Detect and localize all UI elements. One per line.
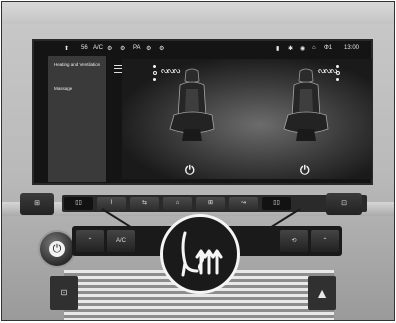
- power-icon[interactable]: ⏻: [185, 163, 195, 178]
- status-item: ⚙: [159, 46, 165, 52]
- menu-item-heating[interactable]: Heating and Ventilation: [54, 62, 102, 68]
- shortcut-button[interactable]: ⊞: [196, 197, 225, 210]
- side-menu: Heating and Ventilation Massage: [48, 56, 106, 182]
- recirculation-button[interactable]: ⟲: [280, 230, 308, 252]
- seat-heat-icon[interactable]: ᔓᔓᔓ: [318, 66, 337, 75]
- level-dot[interactable]: [153, 65, 156, 68]
- left-seat-illustration: [169, 68, 215, 141]
- level-dot[interactable]: [336, 71, 340, 75]
- menu-item-massage[interactable]: Massage: [54, 86, 102, 92]
- dashboard-top: [2, 2, 394, 24]
- temperature-up-button-right[interactable]: ⌃: [311, 230, 339, 252]
- console-button-left[interactable]: ⊞: [20, 193, 54, 215]
- status-item: PA: [133, 45, 141, 51]
- shortcut-button[interactable]: ↝: [229, 197, 258, 210]
- status-item: ✱: [288, 46, 294, 52]
- seat-heat-shortcut-button-right[interactable]: ▯▯: [262, 197, 291, 210]
- touchscreen: ⬆ 56 A/C ⚙ ⚙ PA ⚙ ⚙ ▮ ✱ ◉ ⌂ Φ1 13:00 Hea…: [32, 39, 373, 185]
- menu-icon[interactable]: [114, 65, 122, 73]
- status-item: ◉: [300, 46, 306, 52]
- volume-knob[interactable]: ⏻: [38, 230, 76, 268]
- ac-button[interactable]: A/C: [107, 230, 135, 252]
- console-button-right[interactable]: ⊡: [326, 193, 362, 215]
- status-item: ⚙: [146, 46, 152, 52]
- power-icon: ⏻: [49, 241, 65, 257]
- status-item: ⌂: [312, 45, 316, 51]
- lock-icon[interactable]: ⊡: [50, 276, 78, 310]
- status-item: ⚙: [107, 46, 113, 52]
- recirculation-button[interactable]: ⇆: [130, 197, 159, 210]
- level-dot[interactable]: [336, 78, 339, 81]
- status-bar: ⬆ 56 A/C ⚙ ⚙ PA ⚙ ⚙ ▮ ✱ ◉ ⌂ Φ1 13:00: [34, 41, 371, 55]
- status-item: A/C: [93, 45, 104, 51]
- seat-heat-callout: [160, 214, 240, 294]
- level-dot[interactable]: [153, 71, 157, 75]
- right-seat-illustration: [283, 68, 329, 141]
- power-icon[interactable]: ⏻: [300, 163, 310, 178]
- temperature-up-button[interactable]: ⌃: [76, 230, 104, 252]
- level-dot[interactable]: [153, 78, 156, 81]
- clock: 13:00: [344, 45, 360, 51]
- shortcut-button-row: ▯▯ ⌇ ⇆ ⌂ ⊞ ↝ ▯▯: [62, 195, 367, 212]
- level-dot[interactable]: [336, 65, 339, 68]
- hazard-icon[interactable]: ▲: [308, 276, 336, 310]
- status-item: ⬆: [64, 46, 70, 52]
- status-item: ▮: [276, 46, 280, 52]
- home-button[interactable]: ⌂: [163, 197, 192, 210]
- status-item: Φ1: [324, 45, 333, 51]
- status-item: 56: [81, 45, 88, 51]
- status-item: ⚙: [120, 46, 126, 52]
- infotainment-photo: ⬆ 56 A/C ⚙ ⚙ PA ⚙ ⚙ ▮ ✱ ◉ ⌂ Φ1 13:00 Hea…: [1, 1, 395, 321]
- seat-heat-icon: [181, 231, 223, 277]
- seat-heat-shortcut-button[interactable]: ▯▯: [64, 197, 93, 210]
